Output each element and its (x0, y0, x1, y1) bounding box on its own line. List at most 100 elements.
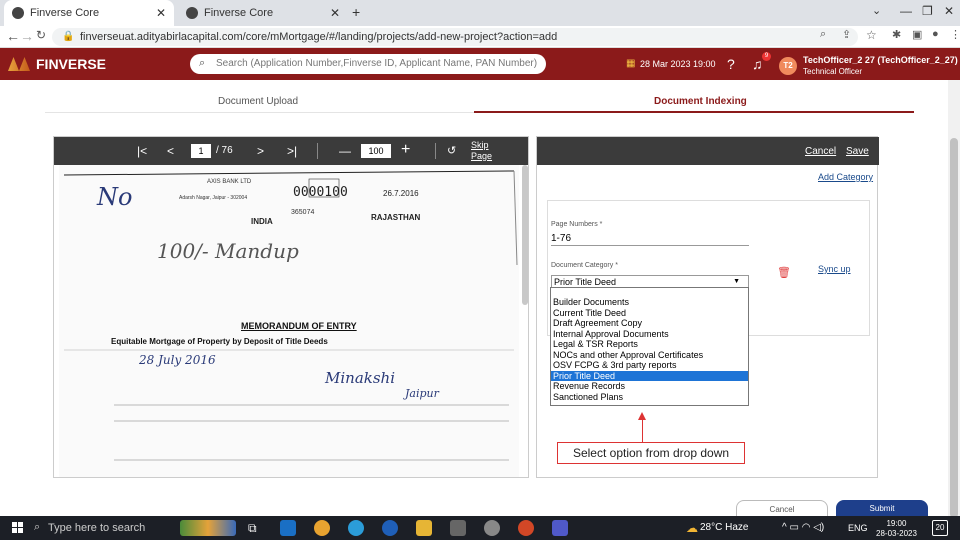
document-page-image: AXIS BANK LTD Adarsh Nagar, Jaipur - 302… (59, 165, 519, 477)
weather-text[interactable]: 28°C Haze (700, 522, 748, 533)
tray-icons[interactable]: ^ ▭ ◠ ◁) (782, 522, 824, 533)
save-link[interactable]: Save (846, 146, 869, 157)
outlook-icon[interactable] (280, 520, 296, 536)
submit-button[interactable]: Submit (836, 500, 928, 516)
reload-icon[interactable]: ↻ (36, 28, 46, 42)
tab-document-upload[interactable]: Document Upload (218, 96, 298, 107)
taskbar-search-input[interactable]: Type here to search (48, 522, 145, 534)
forward-icon[interactable]: → (20, 28, 34, 44)
zoom-in-button[interactable]: + (401, 141, 410, 159)
url-field[interactable]: 🔒 finverseuat.adityabirlacapital.com/cor… (52, 28, 858, 46)
back-icon[interactable]: ← (6, 28, 20, 44)
page-numbers-input[interactable]: 1-76 (551, 233, 749, 246)
browser-tab-1[interactable]: Finverse Core ✕ (4, 0, 174, 26)
profile-icon[interactable]: ● (932, 28, 939, 40)
language-indicator[interactable]: ENG (848, 523, 868, 533)
last-page-button[interactable]: >| (287, 144, 297, 158)
tab-document-indexing[interactable]: Document Indexing (654, 96, 747, 107)
active-tab-underline (474, 111, 914, 113)
add-category-link[interactable]: Add Category (818, 172, 873, 182)
dropdown-option[interactable]: Builder Documents (551, 297, 748, 308)
menu-icon[interactable]: ⋮ (950, 28, 960, 41)
app-header: FINVERSE ⌕ Search (Application Number,Fi… (0, 48, 960, 80)
help-icon[interactable]: ? (727, 56, 735, 72)
calendar-icon: ▦ (626, 58, 636, 69)
dropdown-option[interactable]: Draft Agreement Copy (551, 318, 748, 329)
taskbar-widget-icon[interactable] (180, 520, 236, 536)
avatar[interactable]: T2 (779, 57, 797, 75)
dropdown-option[interactable]: Sanctioned Plans (551, 392, 748, 403)
dropdown-option[interactable]: Revenue Records (551, 381, 748, 392)
sync-up-link[interactable]: Sync up (818, 264, 851, 274)
zoom-out-button[interactable]: — (339, 144, 351, 158)
prev-page-button[interactable]: < (167, 144, 174, 158)
teams-icon[interactable] (552, 520, 568, 536)
zoom-icon[interactable]: ⌕ (820, 28, 826, 41)
windows-start-icon[interactable] (12, 522, 24, 534)
cancel-link[interactable]: Cancel (805, 146, 836, 157)
finverse-favicon-icon (186, 7, 198, 19)
next-page-button[interactable]: > (257, 144, 264, 158)
page-scrollbar[interactable] (948, 80, 960, 518)
calculator-icon[interactable] (450, 520, 466, 536)
first-page-button[interactable]: |< (137, 144, 147, 158)
skip-page-link[interactable]: Skip Page (471, 140, 492, 162)
handwritten-date: 28 July 2016 (139, 353, 216, 367)
share-icon[interactable]: ⇪ (842, 28, 851, 41)
internet-explorer-icon[interactable] (382, 520, 398, 536)
maximize-icon[interactable]: ❐ (922, 4, 933, 18)
powerpoint-icon[interactable] (518, 520, 534, 536)
tab-title: Finverse Core (204, 7, 274, 19)
page-number-input[interactable]: 1 (191, 144, 211, 158)
viewer-scrollbar[interactable] (522, 165, 528, 305)
chrome-icon[interactable] (314, 520, 330, 536)
snipping-tool-icon[interactable] (484, 520, 500, 536)
dropdown-option[interactable]: OSV FCPG & 3rd party reports (551, 360, 748, 371)
dropdown-option[interactable]: Legal & TSR Reports (551, 339, 748, 350)
notification-center-icon[interactable]: 20 (932, 520, 948, 536)
browser-tab-2[interactable]: Finverse Core ✕ (178, 0, 348, 26)
weather-icon: ☁ (686, 521, 698, 535)
dropdown-option[interactable]: Prior Title Deed (551, 370, 748, 381)
close-window-icon[interactable]: ✕ (944, 4, 954, 18)
file-explorer-icon[interactable] (416, 520, 432, 536)
side-panel-icon[interactable]: ▣ (912, 28, 922, 41)
tab-title: Finverse Core (30, 7, 100, 19)
close-tab-icon[interactable]: ✕ (156, 6, 166, 20)
stamp-amount: 0000100 (293, 185, 348, 200)
dropdown-option[interactable]: NOCs and other Approval Certificates (551, 350, 748, 361)
cancel-button[interactable]: Cancel (736, 500, 828, 516)
zoom-input[interactable]: 100 (361, 144, 391, 158)
bookmark-star-icon[interactable]: ☆ (866, 28, 877, 42)
page-numbers-label: Page Numbers * (551, 221, 603, 228)
tab-list-icon[interactable]: ⌄ (872, 4, 881, 17)
windows-taskbar: ⌕ Type here to search ⧉ ☁ 28°C Haze ^ ▭ … (0, 516, 960, 540)
toolbar-divider (435, 143, 436, 159)
dropdown-option[interactable]: Current Title Deed (551, 308, 748, 319)
document-category-label: Document Category * (551, 262, 618, 269)
logo-mark-icon (8, 57, 30, 71)
panel-toolbar: Cancel Save (537, 137, 879, 165)
global-search-input[interactable]: ⌕ Search (Application Number,Finverse ID… (190, 54, 546, 74)
finverse-logo[interactable]: FINVERSE (8, 56, 106, 72)
minimize-icon[interactable]: — (900, 4, 912, 18)
doc-subheading: Equitable Mortgage of Property by Deposi… (111, 337, 328, 346)
user-info[interactable]: TechOfficer_2 27 (TechOfficer_2_27) Tech… (803, 55, 958, 77)
new-tab-icon[interactable]: + (352, 4, 360, 20)
finverse-favicon-icon (12, 7, 24, 19)
callout-arrow-line (642, 420, 643, 442)
task-view-icon[interactable]: ⧉ (248, 521, 257, 536)
edge-icon[interactable] (348, 520, 364, 536)
extensions-icon[interactable]: ✱ (892, 28, 901, 41)
dropdown-option[interactable]: Internal Approval Documents (551, 329, 748, 340)
category-dropdown-list: Builder Documents Current Title Deed Draft… (550, 287, 749, 406)
trash-icon[interactable]: 🗑 (777, 266, 791, 279)
close-tab-icon[interactable]: ✕ (330, 6, 340, 20)
scroll-thumb[interactable] (950, 138, 958, 518)
handwritten-place: Jaipur (405, 387, 439, 400)
rotate-icon[interactable]: ↺ (447, 144, 456, 157)
stamp-country: INDIA (251, 217, 273, 226)
clock-time: 19:00 (886, 519, 907, 528)
bell-icon[interactable]: ♫ (752, 56, 763, 72)
taskbar-clock[interactable]: 19:00 28-03-2023 (876, 519, 917, 539)
